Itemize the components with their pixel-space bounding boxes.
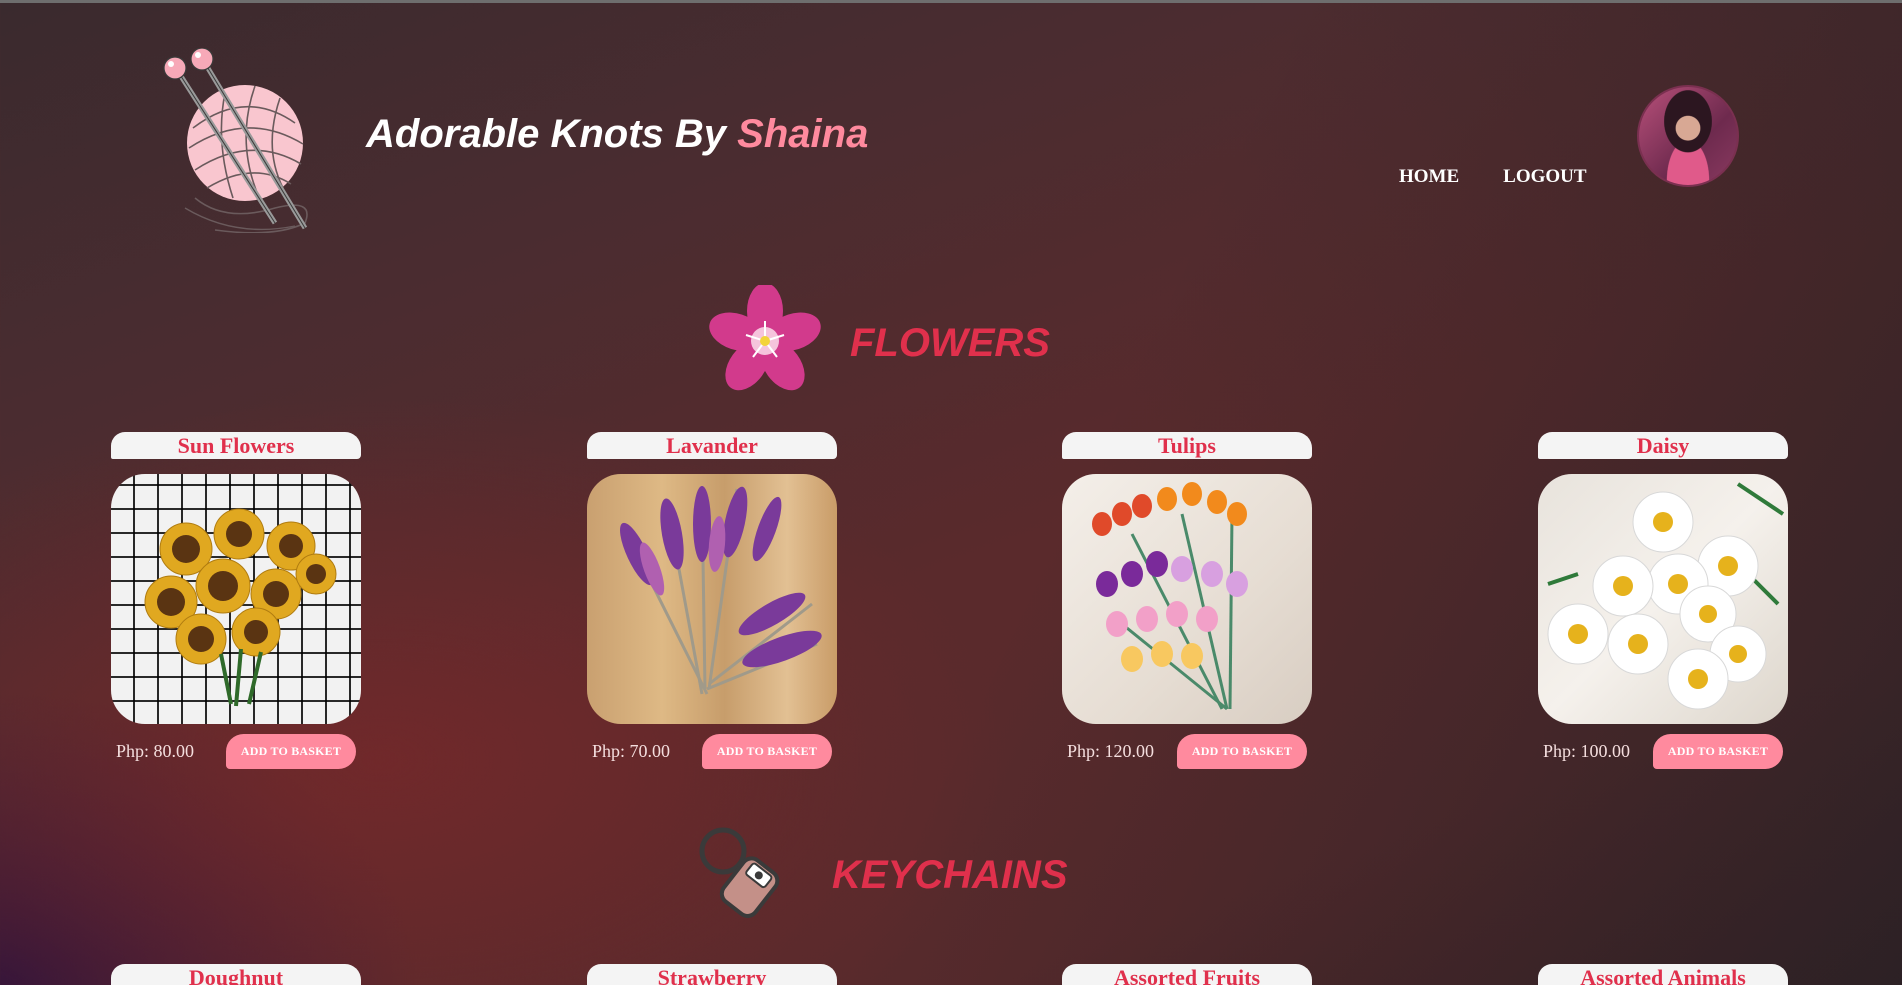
product-footer: Php: 120.00 ADD TO BASKET: [1062, 734, 1312, 769]
add-to-basket-button[interactable]: ADD TO BASKET: [702, 734, 832, 769]
product-image-sun-flowers: [111, 474, 361, 724]
brand-title: Adorable Knots By Shaina: [366, 112, 868, 157]
product-image-daisy: [1538, 474, 1788, 724]
pink-flower-icon: [706, 283, 824, 402]
product-price: Php: 70.00: [592, 741, 671, 761]
product-name: Daisy: [1538, 432, 1788, 459]
product-price: Php: 80.00: [116, 741, 195, 761]
add-to-basket-button[interactable]: ADD TO BASKET: [1653, 734, 1783, 769]
user-avatar[interactable]: [1637, 85, 1739, 187]
flowers-section-title: FLOWERS: [850, 321, 1050, 365]
brand-title-prefix: Adorable Knots By: [366, 112, 738, 156]
product-name: Lavander: [587, 432, 837, 459]
product-image-tulips: [1062, 474, 1312, 724]
product-footer: Php: 80.00 ADD TO BASKET: [111, 734, 361, 769]
product-price: Php: 120.00: [1067, 741, 1155, 761]
product-card-assorted-animals: Assorted Animals: [1538, 964, 1788, 985]
product-name: Assorted Animals: [1538, 964, 1788, 985]
add-to-basket-button[interactable]: ADD TO BASKET: [1177, 734, 1307, 769]
product-card-sun-flowers: Sun Flowers Php: 80.00 ADD TO BASKET: [111, 432, 361, 769]
product-card-tulips: Tulips Php: 120.00 ADD TO BASKET: [1062, 432, 1312, 769]
yarn-ball-with-needles-icon: [155, 47, 325, 234]
product-name: Doughnut: [111, 964, 361, 985]
product-name: Sun Flowers: [111, 432, 361, 459]
product-name: Strawberry: [587, 964, 837, 985]
product-card-lavander: Lavander Php: 70.00 ADD TO BASKET: [587, 432, 837, 769]
add-to-basket-button[interactable]: ADD TO BASKET: [226, 734, 356, 769]
flowers-section-header: FLOWERS: [706, 283, 1050, 402]
product-name: Assorted Fruits: [1062, 964, 1312, 985]
window-top-border: [0, 0, 1902, 3]
product-footer: Php: 70.00 ADD TO BASKET: [587, 734, 837, 769]
product-name: Tulips: [1062, 432, 1312, 459]
product-card-daisy: Daisy Php: 100.00 ADD TO BASKET: [1538, 432, 1788, 769]
nav-home-link[interactable]: HOME: [1399, 166, 1459, 188]
product-price: Php: 100.00: [1543, 741, 1631, 761]
product-card-assorted-fruits: Assorted Fruits: [1062, 964, 1312, 985]
main-nav: HOME LOGOUT: [1399, 166, 1587, 188]
product-footer: Php: 100.00 ADD TO BASKET: [1538, 734, 1788, 769]
keychains-section-title: KEYCHAINS: [832, 852, 1068, 897]
brand-title-accent: Shaina: [737, 112, 869, 156]
nav-logout-link[interactable]: LOGOUT: [1503, 166, 1586, 188]
product-card-doughnut: Doughnut: [111, 964, 361, 985]
product-card-strawberry: Strawberry: [587, 964, 837, 985]
keychain-icon: [695, 825, 790, 925]
product-image-lavander: [587, 474, 837, 724]
keychains-section-header: KEYCHAINS: [695, 825, 1068, 925]
